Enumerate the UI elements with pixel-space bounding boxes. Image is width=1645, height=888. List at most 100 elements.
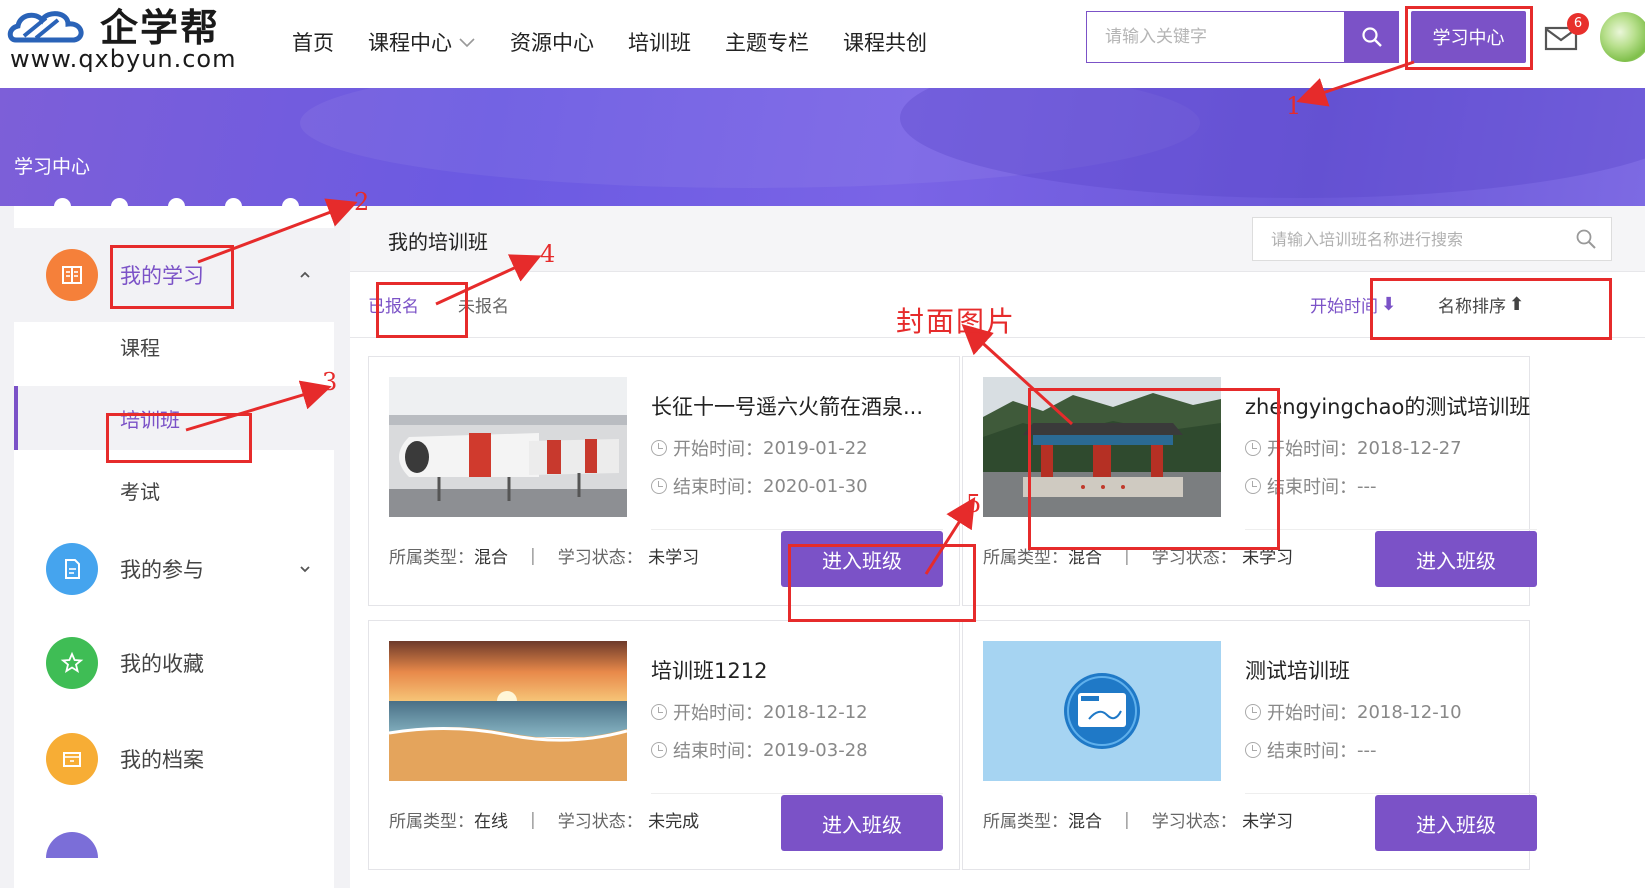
type-value: 在线 — [474, 812, 508, 832]
clock-icon — [1245, 742, 1261, 758]
status-value: 未学习 — [648, 548, 700, 568]
site-logo[interactable]: 企学帮 www.qxbyun.com — [6, 6, 246, 72]
card-meta: 所属类型： 混合 | 学习状态： 未学习 — [983, 807, 1293, 833]
search-icon[interactable] — [1575, 228, 1597, 250]
enter-class-button[interactable]: 进入班级 — [1375, 531, 1537, 587]
end-label: 结束时间： — [1267, 477, 1357, 498]
status-label: 学习状态： — [557, 548, 643, 568]
start-value: 2018-12-10 — [1357, 701, 1462, 723]
enter-class-button[interactable]: 进入班级 — [781, 795, 943, 851]
page-banner: 学习中心 — [0, 88, 1645, 206]
end-value: --- — [1357, 739, 1377, 761]
end-value: 2019-03-28 — [763, 739, 868, 761]
nav-home[interactable]: 首页 — [292, 27, 334, 57]
header-search-button[interactable] — [1344, 11, 1399, 63]
annotation-number-3: 3 — [322, 368, 338, 396]
end-value: 2020-01-30 — [763, 475, 868, 497]
default-cover — [983, 641, 1221, 781]
annotation-box-1 — [1405, 6, 1533, 70]
chevron-up-icon — [300, 271, 310, 278]
sidebar-group-archives[interactable]: 我的档案 — [14, 712, 334, 806]
cover-image[interactable] — [389, 641, 627, 781]
sidebar-group-label: 我的档案 — [120, 748, 204, 772]
training-search-box — [1252, 217, 1612, 261]
sidebar-item-exams[interactable]: 考试 — [14, 458, 334, 522]
card-title[interactable]: 长征十一号遥六火箭在酒泉... — [651, 391, 941, 421]
annotation-number-2: 2 — [354, 188, 370, 216]
separator: | — [530, 809, 536, 830]
dot-decoration — [225, 198, 242, 215]
nav-resource-center[interactable]: 资源中心 — [510, 27, 594, 57]
type-label: 所属类型： — [983, 812, 1068, 832]
sidebar-group-favorites[interactable]: 我的收藏 — [14, 616, 334, 710]
annotation-box-sort — [1370, 278, 1612, 340]
nav-topics[interactable]: 主题专栏 — [725, 27, 809, 57]
status-value: 未完成 — [648, 812, 700, 832]
dot-decoration — [282, 198, 299, 215]
top-header: 企学帮 www.qxbyun.com 首页 课程中心 资源中心 培训班 主题专栏… — [0, 0, 1645, 88]
sidebar-item-courses[interactable]: 课程 — [14, 314, 334, 378]
end-label: 结束时间： — [673, 741, 763, 762]
page-title: 我的培训班 — [388, 230, 488, 254]
beach-photo — [389, 641, 627, 781]
start-label: 开始时间： — [1267, 703, 1357, 724]
start-value: 2018-12-12 — [763, 701, 868, 723]
annotation-cover-label: 封面图片 — [896, 305, 1017, 338]
training-card: 测试培训班 开始时间： 2018-12-10 结束时间： --- 所属类型： 混合 |… — [962, 620, 1537, 870]
start-label: 开始时间： — [673, 439, 763, 460]
clock-icon — [651, 478, 667, 494]
type-value: 混合 — [1068, 812, 1102, 832]
card-meta: 所属类型： 混合 | 学习状态： 未学习 — [389, 543, 700, 569]
cover-image[interactable] — [983, 641, 1221, 781]
user-avatar[interactable] — [1600, 12, 1645, 62]
chevron-down-icon — [300, 566, 310, 573]
notification-badge: 6 — [1567, 13, 1589, 35]
sidebar-group-label: 我的参与 — [120, 558, 204, 582]
separator: | — [530, 545, 536, 566]
annotation-box-5 — [788, 544, 976, 622]
card-title[interactable]: 测试培训班 — [1245, 655, 1535, 685]
nav-course-center-label: 课程中心 — [368, 31, 452, 55]
sort-label: 开始时间 — [1310, 297, 1378, 317]
banner-dots — [54, 198, 299, 215]
training-search-input[interactable] — [1253, 218, 1611, 260]
sidebar-item-label: 课程 — [120, 335, 160, 360]
annotation-number-1: 1 — [1286, 92, 1302, 120]
clock-icon — [651, 742, 667, 758]
start-value: 2019-01-22 — [763, 437, 868, 459]
enter-class-button[interactable]: 进入班级 — [1375, 795, 1537, 851]
header-search-input[interactable] — [1087, 12, 1344, 62]
card-start-time: 开始时间： 2019-01-22 — [651, 435, 868, 461]
divider — [1245, 529, 1537, 530]
rocket-photo — [389, 377, 627, 517]
clock-icon — [651, 704, 667, 720]
dot-decoration — [54, 198, 71, 215]
clock-icon — [651, 440, 667, 456]
training-card: 培训班1212 开始时间： 2018-12-12 结束时间： 2019-03-28 … — [368, 620, 960, 870]
annotation-box-2 — [110, 245, 234, 309]
separator: | — [1124, 809, 1130, 830]
card-end-time: 结束时间： 2020-01-30 — [651, 473, 868, 499]
card-title[interactable]: zhengyingchao的测试培训班 — [1245, 391, 1535, 421]
divider — [1245, 793, 1537, 794]
start-label: 开始时间： — [1267, 439, 1357, 460]
card-start-time: 开始时间： 2018-12-10 — [1245, 699, 1462, 725]
nav-training[interactable]: 培训班 — [628, 27, 691, 57]
annotation-number-5: 5 — [966, 490, 982, 518]
document-icon — [46, 543, 98, 595]
card-title[interactable]: 培训班1212 — [651, 655, 941, 685]
folder-icon — [46, 733, 98, 785]
nav-co-creation[interactable]: 课程共创 — [843, 27, 927, 57]
dot-decoration — [168, 198, 185, 215]
cloud-logo-icon — [7, 11, 84, 43]
start-value: 2018-12-27 — [1357, 437, 1462, 459]
sidebar-group-participation[interactable]: 我的参与 — [14, 522, 334, 616]
chevron-down-icon — [459, 38, 475, 48]
annotation-box-cover — [1028, 388, 1280, 550]
status-label: 学习状态： — [557, 812, 643, 832]
divider — [651, 793, 943, 794]
nav-course-center[interactable]: 课程中心 — [368, 27, 476, 57]
annotation-box-3 — [106, 413, 252, 463]
cover-image[interactable] — [389, 377, 627, 517]
end-label: 结束时间： — [1267, 741, 1357, 762]
